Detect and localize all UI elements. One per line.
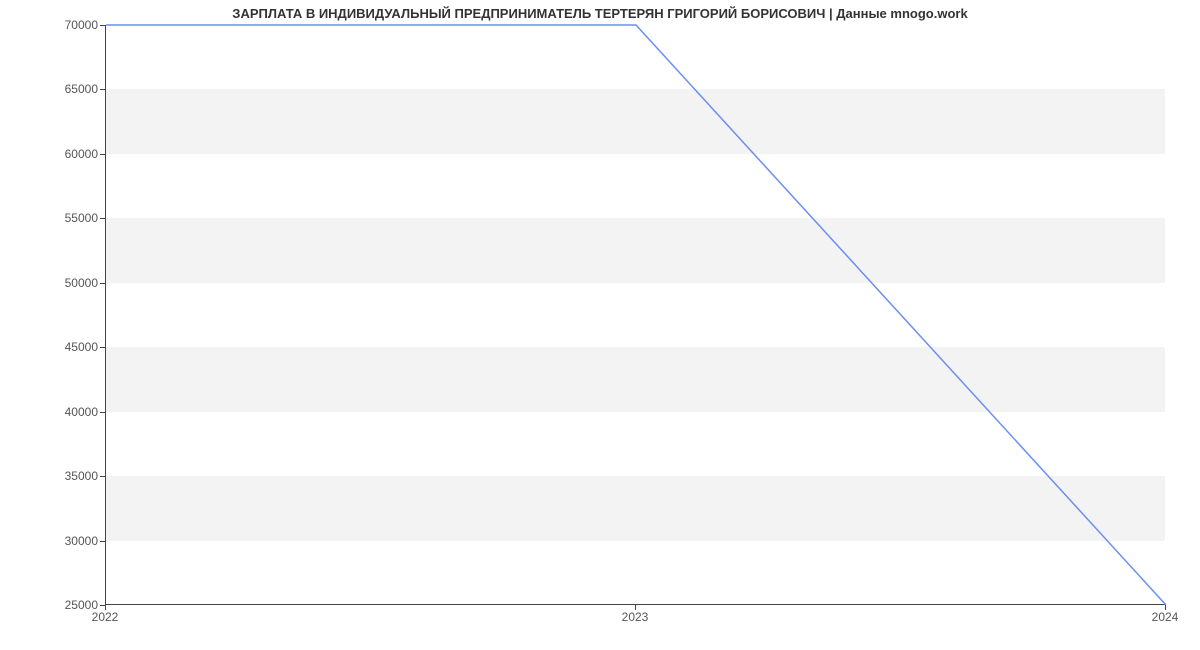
y-tick-mark — [100, 25, 105, 26]
y-tick-mark — [100, 283, 105, 284]
y-tick-label: 30000 — [38, 534, 98, 548]
chart-title: ЗАРПЛАТА В ИНДИВИДУАЛЬНЫЙ ПРЕДПРИНИМАТЕЛ… — [0, 6, 1200, 21]
y-tick-mark — [100, 154, 105, 155]
salary-line-chart: ЗАРПЛАТА В ИНДИВИДУАЛЬНЫЙ ПРЕДПРИНИМАТЕЛ… — [0, 0, 1200, 650]
y-tick-label: 55000 — [38, 211, 98, 225]
x-tick-label: 2023 — [622, 610, 649, 624]
y-tick-label: 60000 — [38, 147, 98, 161]
y-tick-label: 35000 — [38, 469, 98, 483]
data-line — [106, 25, 1166, 605]
y-tick-mark — [100, 347, 105, 348]
y-tick-mark — [100, 218, 105, 219]
y-tick-mark — [100, 541, 105, 542]
plot-area — [105, 25, 1165, 605]
y-tick-mark — [100, 89, 105, 90]
y-tick-label: 45000 — [38, 340, 98, 354]
y-tick-label: 70000 — [38, 18, 98, 32]
y-tick-mark — [100, 476, 105, 477]
x-tick-mark — [635, 605, 636, 610]
y-tick-label: 25000 — [38, 598, 98, 612]
x-tick-label: 2024 — [1152, 610, 1179, 624]
y-tick-label: 50000 — [38, 276, 98, 290]
y-tick-label: 65000 — [38, 82, 98, 96]
y-tick-mark — [100, 412, 105, 413]
x-tick-mark — [105, 605, 106, 610]
x-tick-label: 2022 — [92, 610, 119, 624]
x-tick-mark — [1165, 605, 1166, 610]
line-layer — [106, 25, 1165, 604]
y-tick-label: 40000 — [38, 405, 98, 419]
